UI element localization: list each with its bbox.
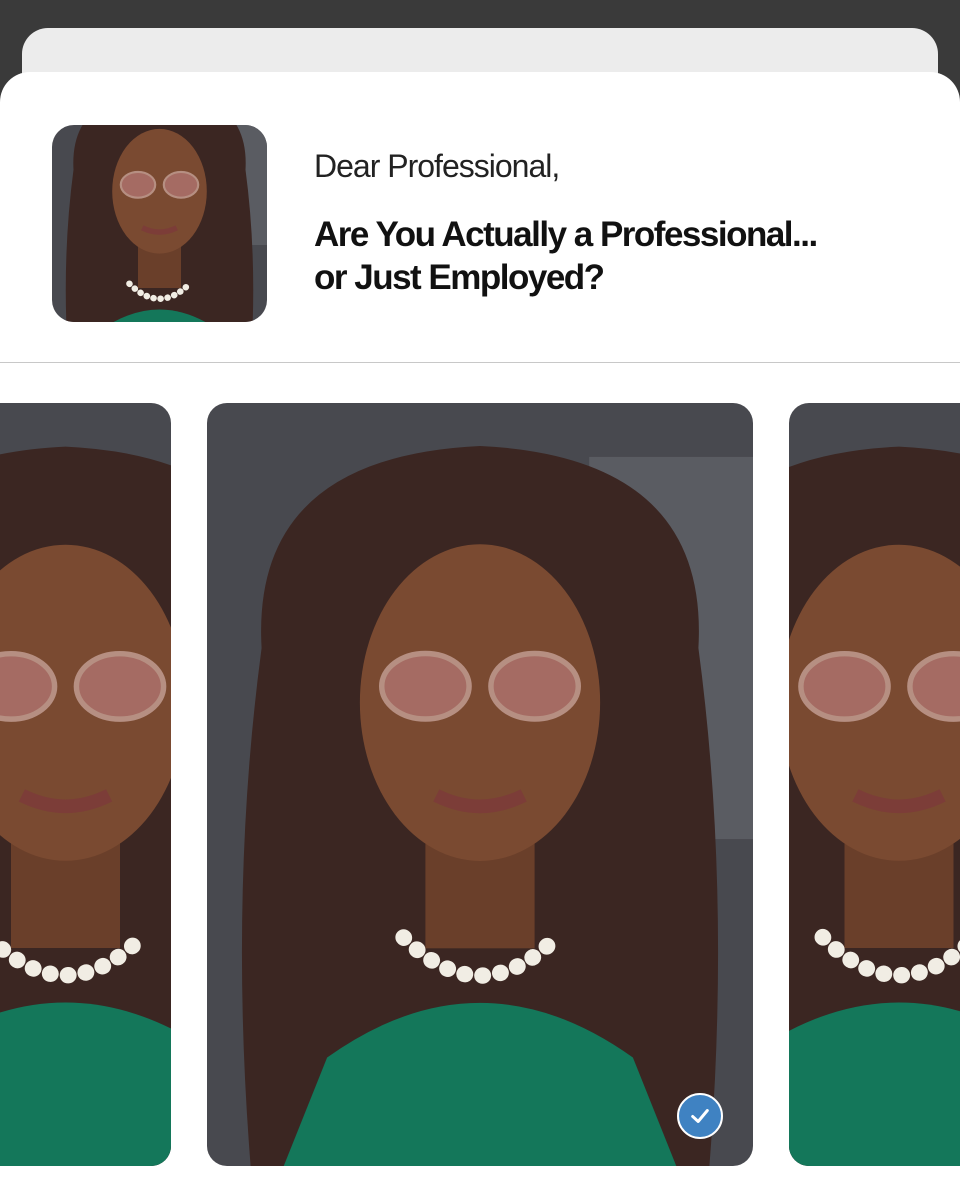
avatar-image [52, 125, 267, 322]
author-avatar[interactable] [52, 125, 267, 322]
photo-card-left[interactable] [0, 403, 171, 1166]
letter-card: Dear Professional, Are You Actually a Pr… [0, 72, 960, 1200]
headline: Are You Actually a Professional... or Ju… [314, 213, 934, 299]
photo-card-right[interactable] [789, 403, 960, 1166]
greeting-text: Dear Professional, [314, 148, 560, 184]
check-icon [691, 1109, 709, 1123]
photo-card-center-selected[interactable] [207, 403, 753, 1166]
selected-check-badge[interactable] [677, 1093, 723, 1139]
portrait-image [789, 403, 960, 1166]
headline-line-2: or Just Employed? [314, 258, 605, 297]
portrait-image [207, 403, 753, 1166]
portrait-image [0, 403, 171, 1166]
headline-line-1: Are You Actually a Professional... [314, 215, 818, 254]
divider [0, 362, 960, 363]
